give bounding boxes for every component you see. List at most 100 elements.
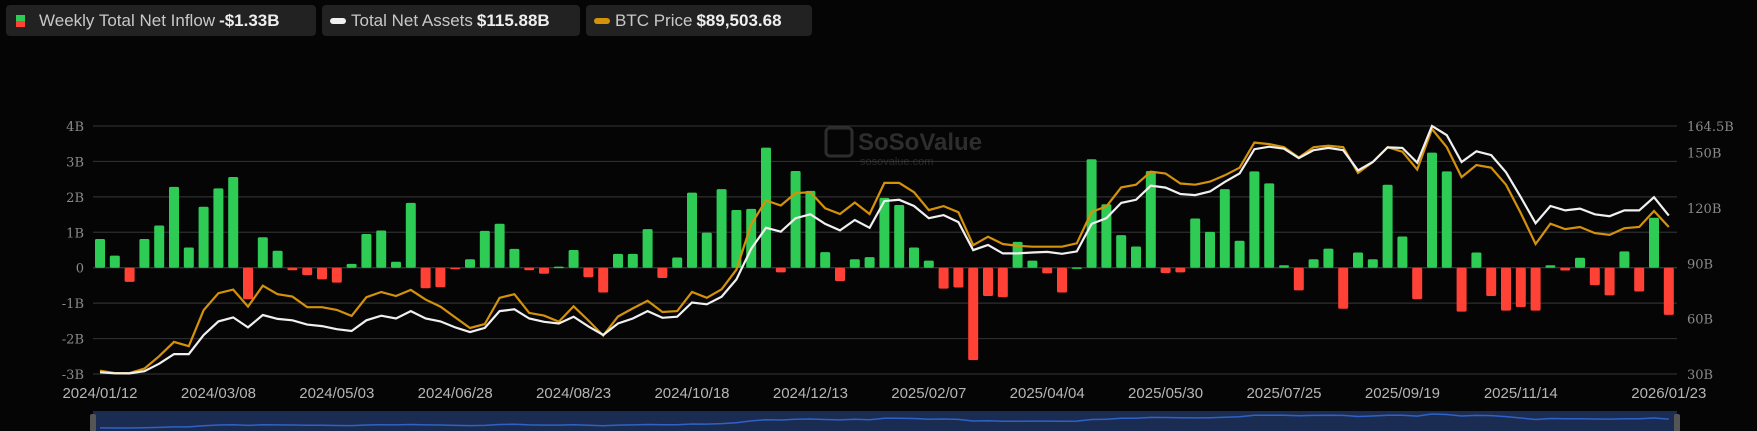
inflow-bar[interactable] xyxy=(1486,267,1497,297)
inflow-bar[interactable] xyxy=(1234,240,1245,268)
inflow-bar[interactable] xyxy=(95,239,105,268)
inflow-bar[interactable] xyxy=(331,267,342,283)
inflow-bar[interactable] xyxy=(1353,252,1363,268)
inflow-bar[interactable] xyxy=(909,247,919,268)
inflow-bar[interactable] xyxy=(1249,171,1260,268)
inflow-bar[interactable] xyxy=(1456,267,1467,312)
inflow-bar[interactable] xyxy=(1027,260,1038,268)
inflow-bar[interactable] xyxy=(109,255,120,268)
inflow-bar[interactable] xyxy=(539,267,549,274)
inflow-bar[interactable] xyxy=(1205,231,1215,268)
inflow-bar[interactable] xyxy=(864,257,875,268)
inflow-bar[interactable] xyxy=(1264,183,1275,268)
inflow-bar[interactable] xyxy=(302,267,313,276)
inflow-bar[interactable] xyxy=(1116,235,1127,268)
inflow-bar[interactable] xyxy=(1471,252,1482,268)
navigator-right-handle[interactable] xyxy=(1674,414,1680,431)
inflow-bar[interactable] xyxy=(509,248,520,268)
inflow-bar[interactable] xyxy=(627,253,638,268)
inflow-bar[interactable] xyxy=(405,202,416,268)
inflow-bar[interactable] xyxy=(450,267,461,270)
inflow-bar[interactable] xyxy=(1589,267,1600,286)
inflow-bar[interactable] xyxy=(1293,267,1304,291)
inflow-bar[interactable] xyxy=(494,223,505,268)
inflow-bar[interactable] xyxy=(257,237,268,268)
inflow-bar[interactable] xyxy=(775,267,786,273)
range-navigator[interactable] xyxy=(90,411,1680,431)
inflow-bar[interactable] xyxy=(1619,251,1630,268)
inflow-bar[interactable] xyxy=(465,259,475,268)
inflow-bar[interactable] xyxy=(1412,267,1423,300)
inflow-bar[interactable] xyxy=(1308,259,1319,268)
inflow-bar[interactable] xyxy=(553,266,564,269)
inflow-bar[interactable] xyxy=(642,229,653,268)
inflow-bar[interactable] xyxy=(598,267,609,293)
inflow-bar[interactable] xyxy=(583,267,594,278)
inflow-bar[interactable] xyxy=(1649,217,1659,268)
inflow-bar[interactable] xyxy=(317,267,327,280)
inflow-bar[interactable] xyxy=(1560,267,1571,271)
inflow-bar[interactable] xyxy=(1042,267,1053,274)
inflow-bar[interactable] xyxy=(568,250,579,268)
inflow-bar[interactable] xyxy=(1279,265,1289,268)
inflow-bar[interactable] xyxy=(435,267,446,288)
inflow-bar[interactable] xyxy=(1338,267,1349,309)
inflow-bar[interactable] xyxy=(124,267,135,282)
inflow-bar[interactable] xyxy=(183,247,194,268)
inflow-bar[interactable] xyxy=(1071,267,1082,269)
inflow-bar[interactable] xyxy=(1663,267,1674,315)
inflow-bar[interactable] xyxy=(716,189,727,268)
inflow-bar[interactable] xyxy=(198,206,209,268)
inflow-bar[interactable] xyxy=(1501,267,1511,311)
inflow-bar[interactable] xyxy=(228,177,239,268)
inflow-bar[interactable] xyxy=(376,230,387,268)
inflow-bar[interactable] xyxy=(479,230,490,268)
inflow-bar[interactable] xyxy=(1515,267,1526,308)
inflow-bar[interactable] xyxy=(1190,218,1201,268)
inflow-bar[interactable] xyxy=(701,232,712,268)
inflow-bar[interactable] xyxy=(272,250,283,268)
inflow-bar[interactable] xyxy=(1575,257,1585,268)
inflow-bar[interactable] xyxy=(968,267,979,361)
inflow-bar[interactable] xyxy=(1057,267,1067,293)
inflow-bar[interactable] xyxy=(849,259,860,268)
inflow-bar[interactable] xyxy=(139,239,150,268)
inflow-bar[interactable] xyxy=(1323,248,1334,268)
inflow-bar[interactable] xyxy=(613,253,623,268)
inflow-bar[interactable] xyxy=(1545,265,1556,268)
inflow-bar[interactable] xyxy=(213,188,224,268)
inflow-bar[interactable] xyxy=(1530,267,1541,311)
inflow-bar[interactable] xyxy=(672,257,683,268)
inflow-bar[interactable] xyxy=(657,267,668,278)
inflow-bar[interactable] xyxy=(938,267,949,289)
inflow-bar[interactable] xyxy=(524,267,535,271)
inflow-bar[interactable] xyxy=(1219,189,1230,268)
inflow-bar[interactable] xyxy=(923,260,934,268)
inflow-bar[interactable] xyxy=(346,263,357,268)
inflow-bar[interactable] xyxy=(1397,236,1408,268)
inflow-bar[interactable] xyxy=(894,205,905,268)
inflow-bar[interactable] xyxy=(687,192,697,268)
inflow-bar[interactable] xyxy=(805,190,816,268)
inflow-bar[interactable] xyxy=(1131,246,1141,268)
navigator-left-handle[interactable] xyxy=(90,414,96,431)
inflow-bar[interactable] xyxy=(983,267,993,297)
inflow-bar[interactable] xyxy=(1160,267,1171,274)
inflow-bar[interactable] xyxy=(243,267,253,300)
inflow-bar[interactable] xyxy=(1634,267,1645,292)
inflow-bar[interactable] xyxy=(391,261,401,268)
inflow-bar[interactable] xyxy=(169,186,179,268)
inflow-bar[interactable] xyxy=(361,234,372,268)
inflow-bar[interactable] xyxy=(154,225,165,268)
inflow-bar[interactable] xyxy=(1427,152,1437,268)
inflow-bar[interactable] xyxy=(287,267,298,271)
inflow-bar[interactable] xyxy=(1175,267,1186,273)
inflow-bar[interactable] xyxy=(820,252,831,268)
inflow-bar[interactable] xyxy=(420,267,431,289)
inflow-bar[interactable] xyxy=(835,267,845,282)
inflow-bar[interactable] xyxy=(1382,184,1393,268)
inflow-bar[interactable] xyxy=(953,267,964,288)
inflow-bar[interactable] xyxy=(1367,259,1378,268)
inflow-bar[interactable] xyxy=(997,267,1008,298)
inflow-bar[interactable] xyxy=(1441,171,1452,268)
